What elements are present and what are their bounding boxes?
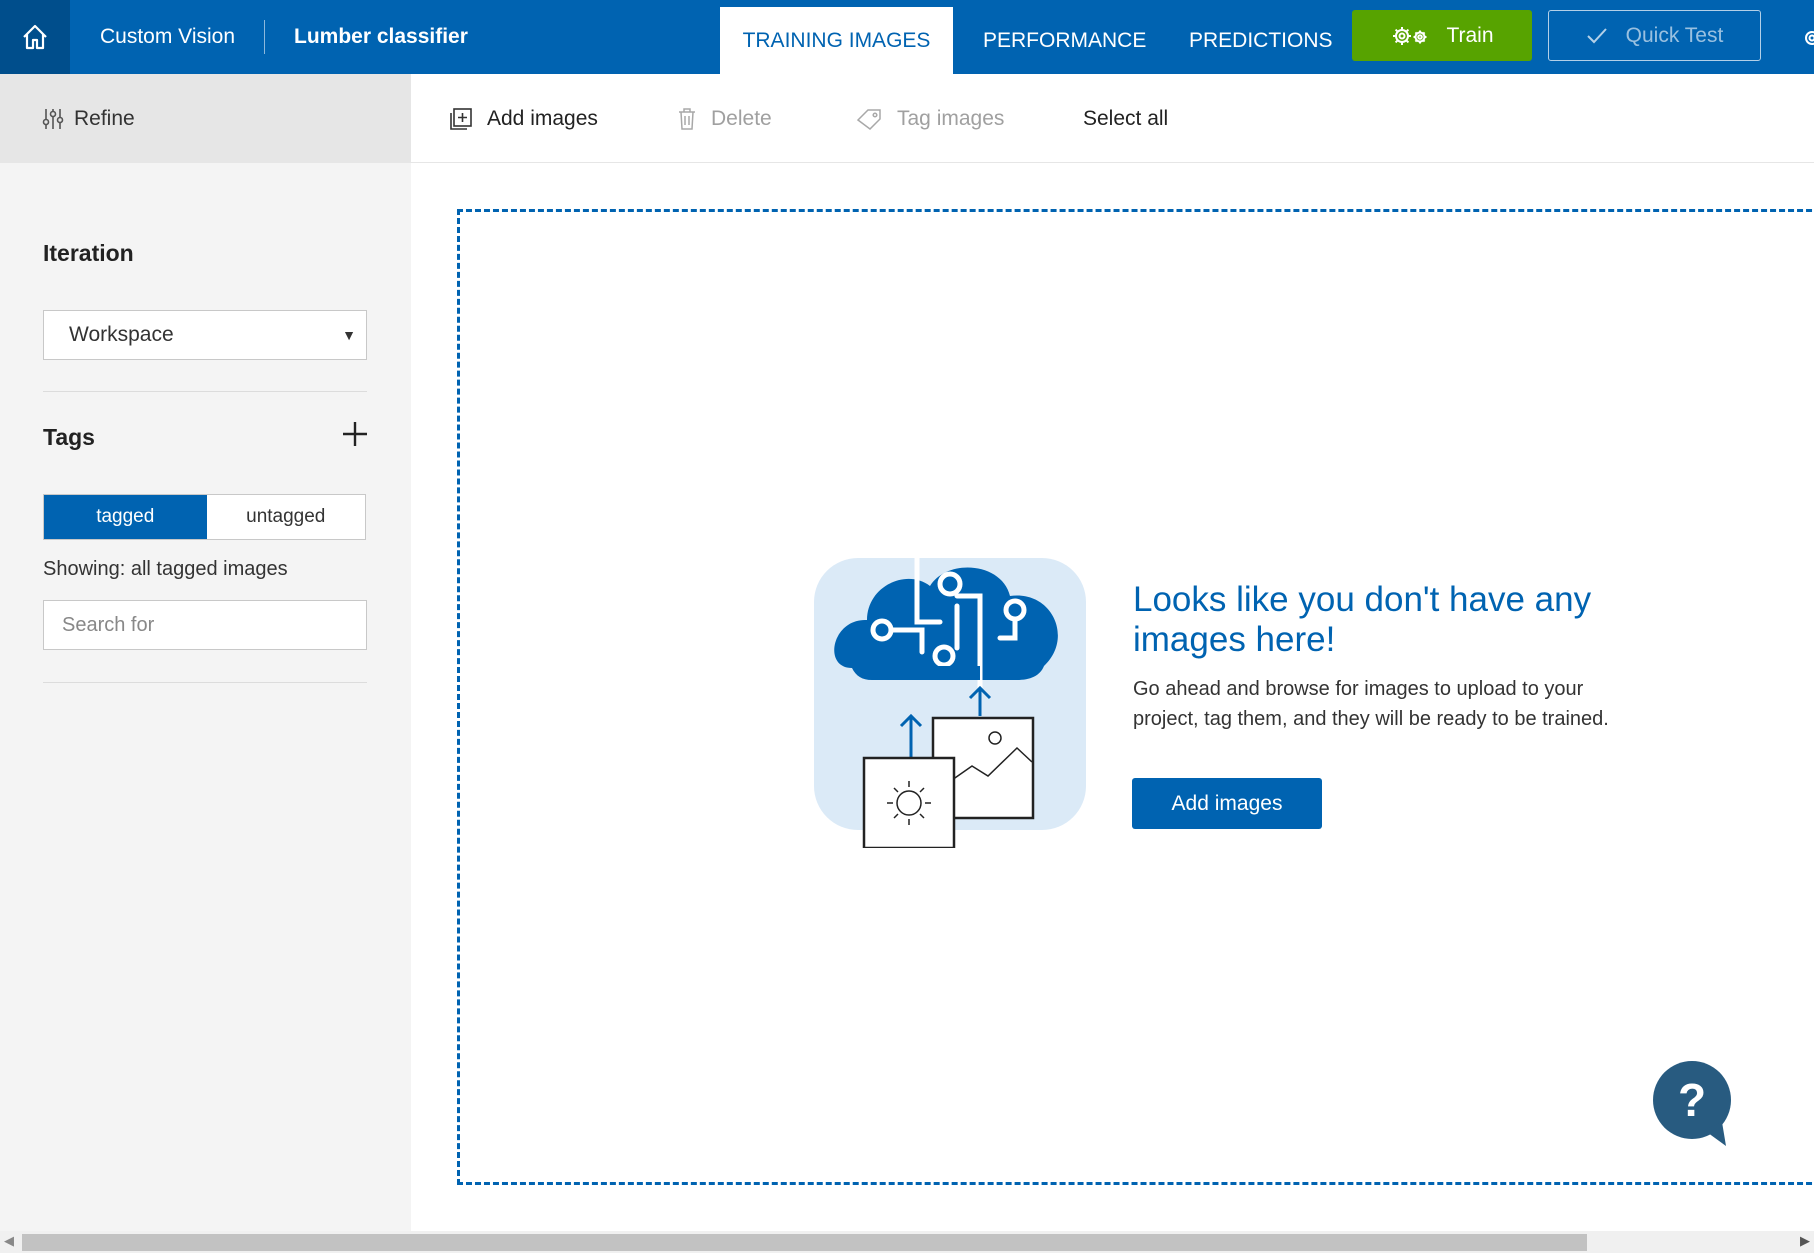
train-button-label: Train (1446, 23, 1494, 47)
gear-icon (1805, 31, 1814, 45)
tags-heading: Tags (43, 424, 95, 450)
refine-label: Refine (74, 106, 135, 130)
quick-test-label: Quick Test (1625, 23, 1724, 47)
tag-icon (856, 108, 881, 130)
refine-toggle[interactable]: Refine (0, 74, 411, 163)
add-image-icon (450, 107, 472, 130)
scrollbar-thumb[interactable] (22, 1234, 1587, 1251)
add-images-command[interactable]: Add images (449, 74, 598, 163)
app-name-link[interactable]: Custom Vision (100, 0, 235, 74)
tagged-filter-toggle: tagged untagged (43, 494, 366, 540)
tagged-option[interactable]: tagged (44, 495, 207, 539)
header-divider (264, 20, 265, 54)
sidebar-divider (43, 682, 367, 683)
help-icon: ? (1653, 1061, 1731, 1146)
upload-brain-illustration (814, 555, 1086, 848)
tab-predictions[interactable]: PREDICTIONS (1189, 0, 1333, 74)
top-navigation-bar: Custom Vision Lumber classifier TRAINING… (0, 0, 1814, 74)
tab-performance[interactable]: PERFORMANCE (983, 0, 1146, 74)
iteration-selected-value: Workspace (69, 323, 174, 346)
gears-icon (1393, 26, 1427, 45)
train-button[interactable]: Train (1352, 10, 1532, 61)
showing-status-text: Showing: all tagged images (43, 558, 288, 580)
sidebar-divider (43, 391, 367, 392)
add-images-label: Add images (487, 106, 598, 130)
home-icon (23, 24, 47, 50)
untagged-option[interactable]: untagged (207, 495, 366, 539)
add-tag-button[interactable] (340, 419, 370, 449)
tag-images-label: Tag images (897, 106, 1005, 130)
checkmark-icon (1586, 27, 1607, 43)
horizontal-scrollbar[interactable]: ◀ ▶ (0, 1231, 1814, 1253)
sliders-icon (42, 108, 64, 129)
help-button[interactable]: ? (1652, 1060, 1740, 1148)
delete-command[interactable]: Delete (677, 74, 772, 163)
empty-state-description: Go ahead and browse for images to upload… (1133, 678, 1609, 730)
scroll-left-icon[interactable]: ◀ (4, 1233, 14, 1249)
project-name: Lumber classifier (294, 25, 468, 48)
plus-icon (343, 422, 367, 446)
iteration-dropdown[interactable]: Workspace ▼ (43, 310, 367, 360)
add-images-button[interactable]: Add images (1132, 778, 1322, 829)
iteration-heading: Iteration (43, 240, 134, 266)
tag-images-command[interactable]: Tag images (855, 74, 1004, 163)
tab-training-images[interactable]: TRAINING IMAGES (720, 7, 953, 74)
help-glyph: ? (1678, 1074, 1706, 1126)
filter-sidebar: Refine Iteration Workspace ▼ Tags tagged… (0, 74, 411, 1253)
empty-state-title: Looks like you don't have any images her… (1133, 580, 1592, 659)
scroll-right-icon[interactable]: ▶ (1800, 1233, 1810, 1249)
settings-button[interactable] (1800, 26, 1814, 50)
tag-search-input[interactable] (43, 600, 367, 650)
command-bar: Add images Delete Tag images Select all (411, 74, 1814, 163)
quick-test-button[interactable]: Quick Test (1548, 10, 1761, 61)
delete-label: Delete (711, 106, 772, 130)
home-button[interactable] (0, 0, 70, 74)
chevron-down-icon: ▼ (342, 327, 356, 343)
trash-icon (679, 107, 695, 130)
select-all-command[interactable]: Select all (1083, 74, 1168, 163)
